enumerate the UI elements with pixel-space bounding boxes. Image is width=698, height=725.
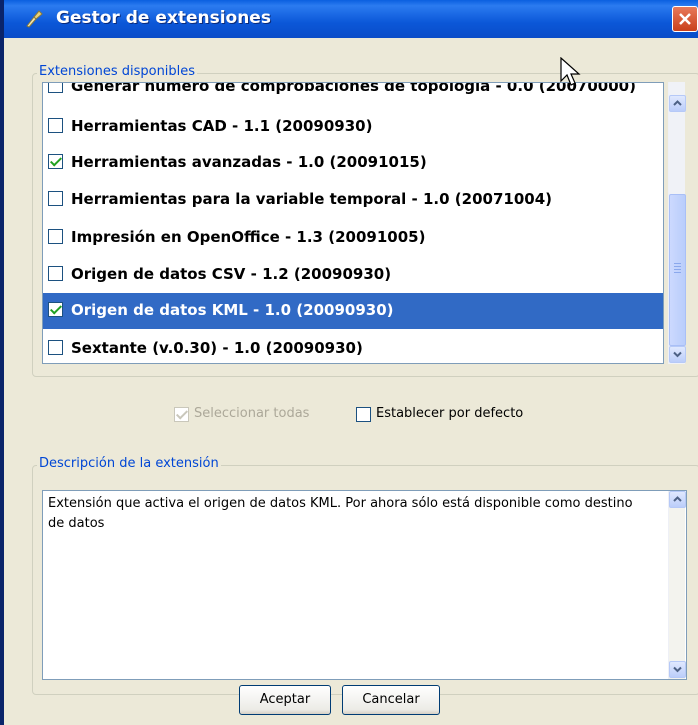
list-item[interactable]: Herramientas CAD - 1.1 (20090930) (43, 109, 663, 145)
extension-label: Herramientas CAD - 1.1 (20090930) (71, 117, 373, 135)
extension-label: Herramientas para la variable temporal -… (71, 190, 552, 208)
set-default-box[interactable] (356, 407, 371, 422)
description-text: Extensión que activa el origen de datos … (48, 496, 633, 531)
description-scrollbar[interactable] (668, 491, 686, 679)
extensions-list[interactable]: Generar número de comprobaciones de topo… (42, 82, 664, 364)
close-button[interactable] (672, 6, 698, 32)
list-item-selected[interactable]: Origen de datos KML - 1.0 (20090930) (43, 293, 663, 329)
set-default-label: Establecer por defecto (376, 406, 524, 421)
extensions-scrollbar[interactable] (668, 82, 686, 364)
extension-label: Generar número de comprobaciones de topo… (71, 82, 636, 95)
extension-label: Origen de datos CSV - 1.2 (20090930) (71, 265, 392, 283)
chevron-up-icon (673, 100, 682, 106)
extension-checkbox[interactable] (48, 191, 63, 206)
extension-label: Origen de datos KML - 1.0 (20090930) (71, 301, 394, 319)
select-all-box[interactable] (174, 407, 189, 422)
scroll-down-button[interactable] (669, 346, 686, 363)
list-item[interactable]: Impresión en OpenOffice - 1.3 (20091005) (43, 220, 663, 256)
cancel-button[interactable]: Cancelar (342, 685, 440, 715)
title-bar[interactable]: Gestor de extensiones (4, 0, 698, 38)
accept-button[interactable]: Aceptar (239, 685, 331, 715)
chevron-down-icon (673, 666, 682, 673)
scroll-down-button[interactable] (669, 661, 686, 678)
extension-checkbox[interactable] (48, 302, 63, 317)
list-item[interactable]: Origen de datos CSV - 1.2 (20090930) (43, 257, 663, 293)
extension-checkbox[interactable] (48, 229, 63, 244)
extension-manager-window: Gestor de extensiones Extensiones dispon… (0, 0, 698, 725)
chevron-down-icon (673, 351, 682, 358)
mouse-pointer-icon (560, 57, 581, 86)
window-title: Gestor de extensiones (56, 8, 271, 28)
extension-checkbox[interactable] (48, 266, 63, 281)
description-textarea[interactable]: Extensión que activa el origen de datos … (42, 490, 687, 680)
list-item[interactable]: Herramientas para la variable temporal -… (43, 182, 663, 218)
description-legend: Descripción de la extensión (37, 456, 221, 471)
extension-checkbox[interactable] (48, 118, 63, 133)
extension-checkbox[interactable] (48, 340, 63, 355)
list-item[interactable]: Herramientas avanzadas - 1.0 (20091015) (43, 145, 663, 181)
scroll-up-button[interactable] (669, 491, 686, 508)
extension-checkbox[interactable] (48, 154, 63, 169)
list-item[interactable]: Sextante (v.0.30) - 1.0 (20090930) (43, 331, 663, 363)
chevron-up-icon (673, 496, 682, 502)
select-all-label: Seleccionar todas (194, 406, 310, 421)
scroll-thumb[interactable] (669, 194, 686, 346)
extension-label: Impresión en OpenOffice - 1.3 (20091005) (71, 228, 426, 246)
available-extensions-legend: Extensiones disponibles (37, 64, 198, 79)
close-icon (679, 13, 691, 25)
extension-icon (26, 10, 43, 28)
scroll-up-button[interactable] (669, 95, 686, 112)
extension-label: Sextante (v.0.30) - 1.0 (20090930) (71, 339, 363, 357)
extension-checkbox[interactable] (48, 83, 63, 93)
extension-label: Herramientas avanzadas - 1.0 (20091015) (71, 153, 427, 171)
